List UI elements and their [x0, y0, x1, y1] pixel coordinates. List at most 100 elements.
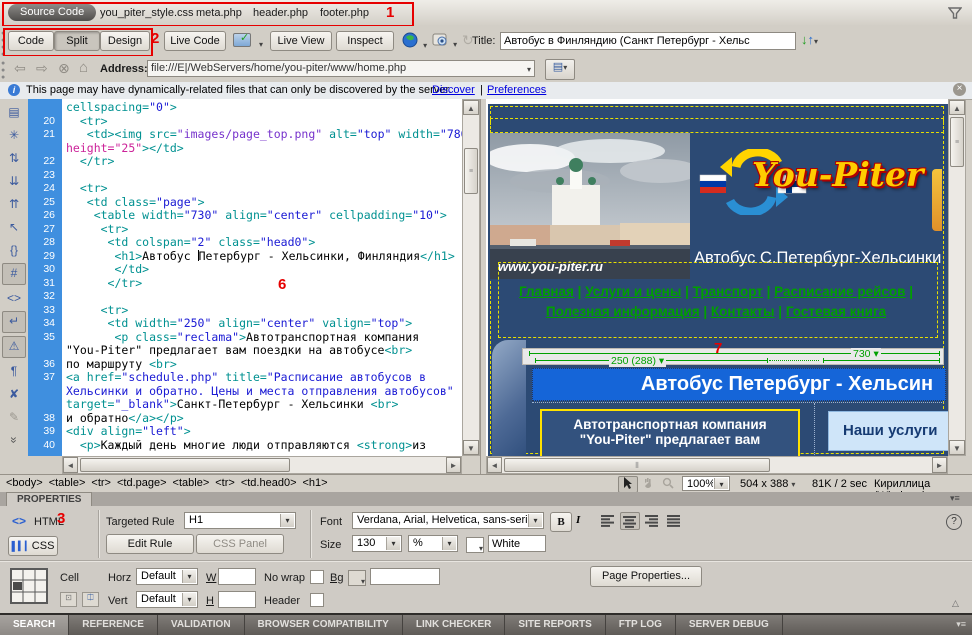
design-horizontal-scrollbar[interactable]: ◄ ⦀ ► — [486, 456, 948, 474]
results-tab-link-checker[interactable]: LINK CHECKER — [403, 615, 506, 635]
align-center-icon[interactable] — [620, 512, 640, 530]
code-line[interactable]: <tr> — [66, 304, 462, 318]
design-nav-link[interactable]: Контакты — [711, 304, 775, 319]
code-view-button[interactable]: Code — [8, 31, 54, 51]
targeted-rule-select[interactable]: H1▾ — [184, 512, 296, 529]
size-select[interactable]: 130▾ — [352, 535, 402, 552]
tag-selector-item[interactable]: <td.head0> — [241, 477, 297, 489]
apply-comment-icon[interactable]: ¶ — [3, 361, 25, 381]
preview-in-browser-icon[interactable]: ▾ — [402, 32, 427, 51]
zoom-tool-icon[interactable] — [658, 476, 678, 493]
word-wrap-icon[interactable]: ↵ — [2, 311, 26, 333]
code-line[interactable]: <p class="reclama">Автотранспортная комп… — [66, 331, 462, 345]
code-line[interactable]: <table width="730" align="center" cellpa… — [66, 209, 462, 223]
close-infobar-icon[interactable]: × — [953, 83, 966, 96]
collapse-selection-icon[interactable]: ⇊ — [3, 171, 25, 191]
file-status-icon[interactable]: ▾ — [432, 33, 457, 50]
selection-tool-icon[interactable] — [618, 476, 638, 493]
edit-rule-button[interactable]: Edit Rule — [106, 534, 194, 554]
results-tab-validation[interactable]: VALIDATION — [158, 615, 245, 635]
address-input[interactable]: file:///E|/WebServers/home/you-piter/www… — [147, 60, 535, 77]
results-panel-menu-icon[interactable]: ▾≡ — [956, 619, 966, 630]
table-width-menu[interactable]: 730 ▾ — [851, 348, 881, 360]
code-editor[interactable]: cellspacing="0"> <tr> <td><img src="imag… — [62, 99, 462, 456]
more-options-icon[interactable]: » — [4, 429, 24, 451]
results-tab-reference[interactable]: REFERENCE — [69, 615, 158, 635]
font-select[interactable]: Verdana, Arial, Helvetica, sans-serif▾ — [352, 512, 544, 529]
html-mode-icon[interactable]: <> — [12, 514, 26, 528]
align-left-icon[interactable] — [598, 512, 618, 530]
code-line[interactable]: Хельсинки и обратно. Цены и места отправ… — [66, 385, 462, 399]
results-tab-search[interactable]: SEARCH — [0, 615, 69, 635]
design-nav-link[interactable]: Главная — [519, 284, 574, 299]
code-line[interactable]: <p>Каждый день многие люди отправляются … — [66, 439, 462, 453]
design-view-button[interactable]: Design — [100, 31, 150, 51]
code-line[interactable]: "You-Piter" предлагает вам поездки на ав… — [66, 344, 462, 358]
open-documents-icon[interactable]: ▤ — [3, 102, 25, 122]
split-cell-icon[interactable]: ⎅ — [82, 592, 99, 607]
get-put-files-icon[interactable]: ↓↑▾ — [801, 32, 818, 47]
code-line[interactable]: height="25"></td> — [66, 142, 462, 156]
code-horizontal-scrollbar[interactable]: ◄ ► — [62, 456, 462, 474]
code-line[interactable]: <tr> — [66, 223, 462, 237]
code-line[interactable]: и обратно</a></p> — [66, 412, 462, 426]
panel-menu-icon[interactable]: ▾≡ — [950, 493, 960, 504]
code-line[interactable]: по маршруту <br> — [66, 358, 462, 372]
syntax-error-alerts-icon[interactable]: ⚠ — [2, 336, 26, 358]
help-icon[interactable]: ? — [946, 514, 962, 530]
align-right-icon[interactable] — [642, 512, 662, 530]
design-nav-link[interactable]: Гостевая книга — [786, 304, 886, 319]
live-view-button[interactable]: Live View — [270, 31, 332, 51]
results-tab-browser-compatibility[interactable]: BROWSER COMPATIBILITY — [245, 615, 403, 635]
code-line[interactable] — [66, 169, 462, 183]
stop-icon[interactable]: ⊗ — [58, 60, 70, 77]
bg-color-input[interactable] — [370, 568, 440, 585]
promo-box[interactable]: Автотранспортная компания "You-Piter" пр… — [540, 409, 800, 456]
results-tab-ftp-log[interactable]: FTP LOG — [606, 615, 676, 635]
bg-color-well[interactable]: ▾ — [348, 570, 366, 586]
design-vertical-scrollbar[interactable]: ▲ ≡ ▼ — [948, 99, 966, 456]
tag-selector-item[interactable]: <table> — [49, 477, 86, 489]
toolbar-grip[interactable]: ●●●● — [1, 30, 5, 58]
back-icon[interactable]: ⇦ — [14, 60, 26, 77]
title-input[interactable] — [500, 32, 796, 50]
code-line[interactable]: <td width="250" align="center" valign="t… — [66, 317, 462, 331]
code-line[interactable]: </td> — [66, 263, 462, 277]
related-file-you_piter_style.css[interactable]: you_piter_style.css — [100, 7, 194, 19]
code-line[interactable]: <tr> — [66, 182, 462, 196]
collapse-panel-icon[interactable]: △ — [952, 598, 959, 609]
code-line[interactable]: <a href="schedule.php" title="Расписание… — [66, 371, 462, 385]
w-input[interactable] — [218, 568, 256, 585]
tag-selector-item[interactable]: <h1> — [303, 477, 328, 489]
css-panel-button[interactable]: CSS Panel — [196, 534, 284, 554]
collapse-full-tag-icon[interactable]: ⇅ — [3, 148, 25, 168]
design-view-canvas[interactable]: www.you-piter.ru You-Piter Автобус С.Пет… — [486, 99, 948, 456]
code-line[interactable]: target="_blank">Санкт-Петербург - Хельси… — [66, 398, 462, 412]
h-input[interactable] — [218, 591, 256, 608]
code-line[interactable]: </tr> — [66, 277, 462, 291]
line-numbers-icon[interactable]: # — [2, 263, 26, 285]
window-size-menu[interactable]: 504 x 388 ▾ — [740, 478, 795, 490]
magnification-select[interactable]: 100%▾ — [682, 476, 730, 491]
source-code-tab[interactable]: Source Code — [8, 4, 96, 21]
vert-select[interactable]: Default▾ — [136, 591, 198, 608]
design-nav-link[interactable]: Транспорт — [693, 284, 763, 299]
preferences-link[interactable]: Preferences — [487, 84, 546, 96]
related-file-header.php[interactable]: header.php — [253, 7, 308, 19]
code-navigator-icon[interactable]: ✳ — [3, 125, 25, 145]
expand-all-icon[interactable]: ⇈ — [3, 194, 25, 214]
tag-selector-item[interactable]: <body> — [6, 477, 43, 489]
italic-button[interactable]: I — [576, 514, 580, 526]
horz-select[interactable]: Default▾ — [136, 568, 198, 585]
design-nav-link[interactable]: Услуги и цены — [585, 284, 681, 299]
code-line[interactable]: <div align="left"> — [66, 425, 462, 439]
highlight-invalid-code-icon[interactable]: <> — [3, 288, 25, 308]
results-tab-site-reports[interactable]: SITE REPORTS — [505, 615, 605, 635]
code-line[interactable]: <td colspan="2" class="head0"> — [66, 236, 462, 250]
merge-cells-icon[interactable]: ⊡ — [60, 592, 77, 607]
split-view-button[interactable]: Split — [54, 31, 100, 51]
code-line[interactable]: <tr> — [66, 115, 462, 129]
code-line[interactable]: <td><img src="images/page_top.png" alt="… — [66, 128, 462, 142]
tag-selector-item[interactable]: <table> — [173, 477, 210, 489]
css-mode-button[interactable]: ▌▍▎CSS — [8, 536, 58, 556]
